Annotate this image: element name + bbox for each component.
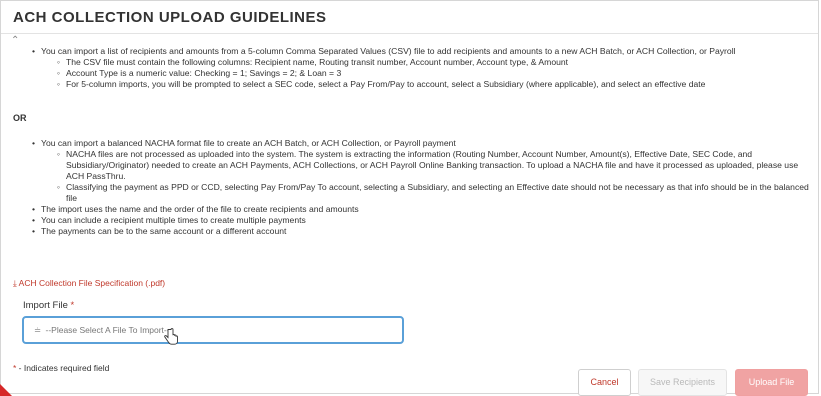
list-item: The import uses the name and the order o… bbox=[1, 204, 816, 215]
corner-marker bbox=[0, 384, 12, 396]
nacha-guidelines-list: You can import a balanced NACHA format f… bbox=[1, 138, 816, 237]
import-file-label: Import File * bbox=[23, 300, 75, 311]
page-title: ACH COLLECTION UPLOAD GUIDELINES bbox=[13, 9, 327, 26]
list-item: You can import a list of recipients and … bbox=[1, 46, 736, 57]
import-file-input[interactable]: ≐ --Please Select A File To Import-- bbox=[22, 316, 404, 344]
required-mark: * bbox=[70, 300, 75, 311]
list-item: NACHA files are not processed as uploade… bbox=[1, 149, 816, 182]
list-item: Classifying the payment as PPD or CCD, s… bbox=[1, 182, 816, 204]
hand-cursor-icon bbox=[164, 328, 178, 345]
or-label: OR bbox=[13, 113, 27, 123]
list-item: For 5-column imports, you will be prompt… bbox=[1, 79, 736, 90]
file-specification-label: ACH Collection File Specification (.pdf) bbox=[18, 278, 166, 288]
import-file-placeholder: --Please Select A File To Import-- bbox=[45, 325, 170, 335]
required-field-note: * - Indicates required field bbox=[13, 363, 110, 373]
paperclip-icon: ≐ bbox=[34, 325, 42, 335]
list-item: You can include a recipient multiple tim… bbox=[1, 215, 816, 226]
list-item: The CSV file must contain the following … bbox=[1, 57, 736, 68]
save-recipients-button[interactable]: Save Recipients bbox=[638, 369, 727, 396]
list-item: The payments can be to the same account … bbox=[1, 226, 816, 237]
list-item: Account Type is a numeric value: Checkin… bbox=[1, 68, 736, 79]
file-specification-link[interactable]: ⤓ ACH Collection File Specification (.pd… bbox=[13, 278, 165, 289]
chevron-up-icon[interactable]: ⌃ bbox=[11, 35, 19, 46]
download-icon: ⤓ bbox=[13, 278, 17, 288]
upload-file-button[interactable]: Upload File bbox=[735, 369, 808, 396]
csv-guidelines-list: You can import a list of recipients and … bbox=[1, 46, 736, 90]
list-item: You can import a balanced NACHA format f… bbox=[1, 138, 816, 149]
cancel-button[interactable]: Cancel bbox=[578, 369, 631, 396]
upload-guidelines-panel: ACH COLLECTION UPLOAD GUIDELINES ⌃ You c… bbox=[0, 0, 819, 396]
divider bbox=[1, 33, 818, 34]
